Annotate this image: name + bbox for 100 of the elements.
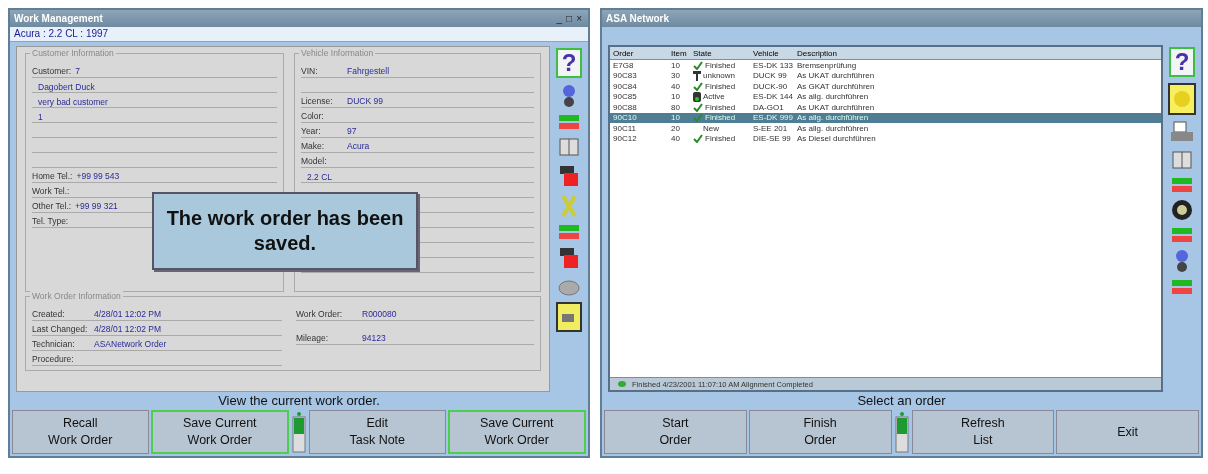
- field-label: Other Tel.:: [32, 201, 72, 212]
- field-label: Technician:: [32, 339, 76, 350]
- state-text: Finished: [705, 81, 736, 91]
- check-icon: [693, 81, 703, 91]
- table-cell-text: As Diesel durchführen: [797, 134, 877, 144]
- toolbar-button[interactable]: Recall Work Order: [12, 410, 149, 454]
- alignment-reading-icon[interactable]: [1171, 227, 1193, 243]
- field-label: Work Tel.:: [32, 186, 70, 197]
- toolbar-button[interactable]: Refresh List: [911, 410, 1055, 454]
- field-label: Mileage:: [296, 333, 330, 344]
- field-value: 2.2 CL: [307, 172, 333, 182]
- order-row[interactable]: 90C85 10 Active ES-DK 144 As allg. durchführen: [610, 91, 1161, 102]
- column-header[interactable]: Vehicle: [753, 48, 797, 58]
- field-value: ASANetwork Order: [94, 339, 168, 350]
- group-legend: Work Order Information: [30, 291, 123, 301]
- status-text: View the current work order.: [217, 392, 381, 410]
- column-header[interactable]: Item: [671, 48, 693, 58]
- alignment-reading-icon[interactable]: [1171, 279, 1193, 295]
- indicator-icon: [894, 411, 909, 453]
- table-cell-text: DIE-SE 99: [753, 134, 792, 144]
- column-header[interactable]: Order: [613, 48, 671, 58]
- field-label: Procedure:: [32, 354, 75, 365]
- traffic-light-icon: [693, 91, 701, 102]
- alignment-reading-icon[interactable]: [558, 224, 580, 240]
- field-label: Tel. Type:: [32, 216, 69, 227]
- state-text: unknown: [703, 71, 736, 81]
- state-text: Finished: [705, 113, 736, 123]
- check-icon: [693, 60, 703, 70]
- group-legend: Customer Information: [30, 48, 116, 58]
- help-button[interactable]: ?: [1169, 47, 1195, 77]
- state-text: Finished: [705, 102, 736, 112]
- alignment-reading-icon[interactable]: [1171, 177, 1193, 193]
- order-row[interactable]: 90C84 40 Finished DUCK-90 As GKAT durchführen: [610, 81, 1161, 92]
- status-text: Select an order: [856, 392, 947, 410]
- column-header[interactable]: State: [693, 48, 753, 58]
- field-value: Dagobert Duck: [38, 82, 95, 92]
- toolbar-button[interactable]: Exit: [1056, 410, 1199, 454]
- window-control[interactable]: _: [554, 13, 565, 24]
- printer-icon[interactable]: [1170, 121, 1194, 143]
- field-value: Acura: [347, 141, 371, 152]
- book-icon[interactable]: [1171, 149, 1193, 171]
- field-value: 7: [75, 66, 81, 77]
- status-dot-icon: [618, 381, 626, 387]
- field-value: 94123: [362, 333, 387, 344]
- note-icon[interactable]: [556, 302, 582, 332]
- table-cell-text: As allg. durchführen: [797, 113, 870, 123]
- window-control[interactable]: ×: [574, 13, 584, 24]
- table-cell-text: 90C84: [613, 81, 638, 91]
- toolbar-button[interactable]: Finish Order: [748, 410, 892, 454]
- field-label: License:: [301, 96, 334, 107]
- window-control[interactable]: □: [564, 13, 575, 24]
- table-cell-text: E7G8: [613, 60, 635, 70]
- table-cell-text: 30: [671, 71, 681, 81]
- book-icon[interactable]: [558, 136, 580, 158]
- order-row[interactable]: 90C12 40 Finished DIE-SE 99 As Diesel durchführen: [610, 133, 1161, 144]
- field-label: Customer:: [32, 66, 72, 77]
- table-cell-text: 90C12: [613, 134, 638, 144]
- column-header[interactable]: Description: [797, 48, 1161, 58]
- toolbar-button[interactable]: Start Order: [604, 410, 747, 454]
- table-cell-text: ES-DK 999: [753, 113, 795, 123]
- lightbulb-icon[interactable]: [1168, 83, 1196, 115]
- table-cell-text: DUCK 99: [753, 71, 788, 81]
- table-cell-text: 90C11: [613, 123, 637, 133]
- indicator-icon: [292, 411, 306, 453]
- table-cell-text: As UKAT durchführen: [797, 71, 876, 81]
- window-title: ASA Network: [606, 13, 670, 24]
- order-row[interactable]: 90C11 20 New S-EE 201 As allg. durchführen: [610, 123, 1161, 134]
- field-label: Model:: [301, 156, 328, 167]
- table-cell-text: As GKAT durchführen: [797, 81, 876, 91]
- wheel-icon[interactable]: [1171, 199, 1193, 221]
- field-value: 4/28/01 12:02 PM: [94, 309, 163, 320]
- field-label: Last Changed:: [32, 324, 89, 335]
- field-label: Year:: [301, 126, 322, 137]
- order-row[interactable]: 90C88 80 Finished DA-GO1 As UKAT durchführen: [610, 102, 1161, 113]
- table-cell-text: As allg. durchführen: [797, 123, 870, 133]
- table-cell-text: As UKAT durchführen: [797, 102, 876, 112]
- state-text: Active: [703, 92, 725, 102]
- table-cell-text: 90C10: [613, 113, 638, 123]
- table-cell-text: 40: [671, 81, 681, 91]
- field-value: DUCK 99: [347, 96, 384, 107]
- table-cell-text: 90C83: [613, 71, 638, 81]
- alignment-reading-icon[interactable]: [558, 114, 580, 130]
- toolbar-button[interactable]: Save Current Work Order: [150, 410, 289, 454]
- field-value: very bad customer: [38, 97, 108, 107]
- toolbar-button[interactable]: Save Current Work Order: [447, 410, 586, 454]
- order-row[interactable]: 90C10 10 Finished ES-DK 999 As allg. durchführen: [610, 112, 1161, 123]
- state-text: Finished: [705, 60, 736, 70]
- table-cell-text: DA-GO1: [753, 102, 785, 112]
- toolbar-button[interactable]: Edit Task Note: [309, 410, 446, 454]
- field-label: Work Order:: [296, 309, 344, 320]
- table-cell-text: S-EE 201: [753, 123, 789, 133]
- help-button[interactable]: ?: [556, 48, 582, 78]
- order-row[interactable]: 90C83 30 unknown DUCK 99 As UKAT durchführen: [610, 70, 1161, 81]
- table-cell-text: Bremsenprüfung: [797, 60, 858, 70]
- order-row[interactable]: E7G8 10 Finished ES-DK 133 Bremsenprüfung: [610, 60, 1161, 71]
- field-value: R000080: [362, 309, 398, 320]
- field-value: 97: [347, 126, 358, 137]
- group-legend: Vehicle Information: [299, 48, 376, 58]
- field-value: 1: [38, 112, 43, 122]
- table-cell-text: 20: [671, 123, 681, 133]
